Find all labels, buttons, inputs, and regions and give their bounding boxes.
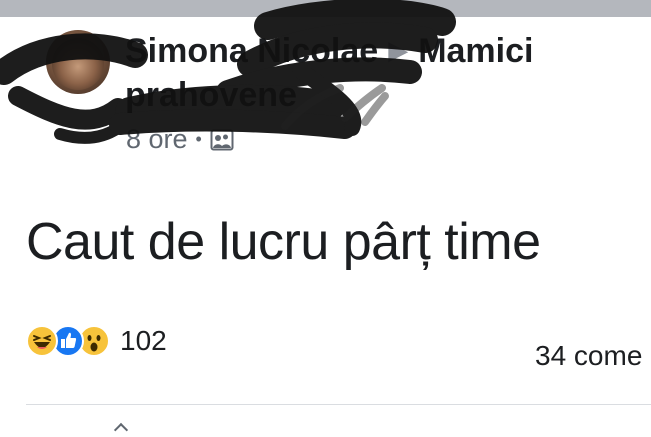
reactions-summary[interactable]: 102 xyxy=(26,325,167,357)
post-text: Caut de lucru pârț time xyxy=(26,213,541,271)
comments-count[interactable]: 34 come xyxy=(535,340,642,372)
avatar[interactable] xyxy=(46,30,110,94)
reaction-count: 102 xyxy=(120,325,167,356)
divider xyxy=(26,404,651,405)
arrow-right-icon: ▶ xyxy=(388,35,409,65)
post-header: Simona Nicolae ▶ Mamici prahovene xyxy=(125,28,645,117)
group-photo-icon xyxy=(210,129,234,150)
haha-icon xyxy=(26,325,58,357)
post-meta: 8 ore • xyxy=(126,124,234,155)
author-name[interactable]: Simona Nicolae xyxy=(125,32,378,70)
meta-separator: • xyxy=(195,129,202,149)
avatar-photo xyxy=(52,38,104,90)
status-bar xyxy=(0,0,651,17)
post-time[interactable]: 8 ore xyxy=(126,124,188,155)
